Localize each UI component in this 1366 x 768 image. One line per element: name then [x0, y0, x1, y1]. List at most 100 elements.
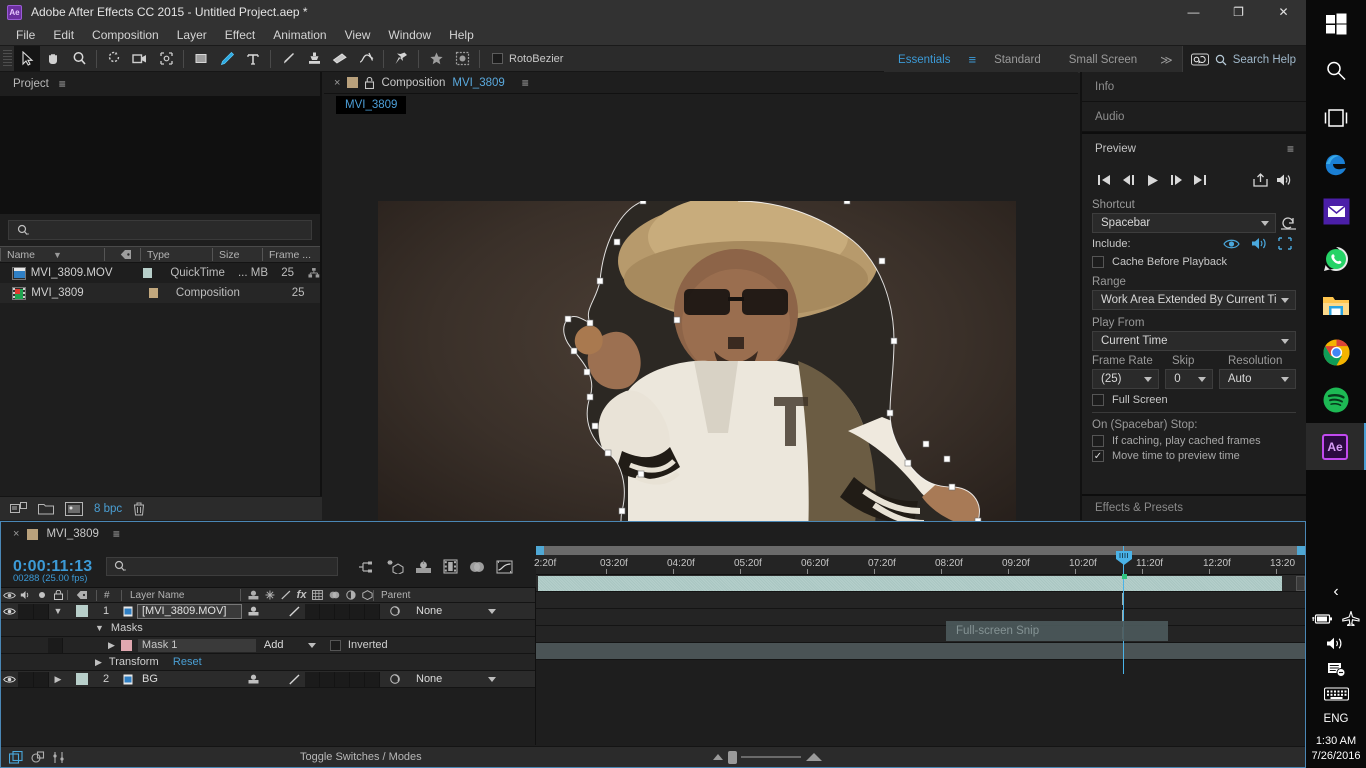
pen-tool[interactable] — [214, 46, 240, 71]
comp-button-icon[interactable] — [31, 751, 45, 764]
menu-animation[interactable]: Animation — [264, 26, 335, 44]
zoom-tool[interactable] — [66, 46, 92, 71]
mask-visibility-toggle[interactable] — [48, 638, 63, 653]
composition-canvas[interactable] — [378, 201, 1016, 563]
shortcut-select[interactable]: Spacebar — [1092, 213, 1276, 233]
menu-layer[interactable]: Layer — [168, 26, 216, 44]
toggle-switches-modes-label[interactable]: Toggle Switches / Modes — [300, 751, 422, 763]
item-label-color[interactable] — [149, 288, 158, 298]
zoom-in-icon[interactable] — [805, 752, 823, 762]
table-row[interactable]: MVI_3809.MOV QuickTime ... MB 25 — [0, 263, 320, 283]
composition-viewer[interactable]: (49.9%) 0:00:11:13 Quarter — [324, 116, 1078, 564]
column-type[interactable]: Type — [140, 248, 212, 261]
mask-color-swatch[interactable] — [121, 640, 132, 651]
task-view-icon[interactable] — [1306, 94, 1366, 141]
menu-file[interactable]: File — [7, 26, 44, 44]
layer-name[interactable]: [MVI_3809.MOV] — [137, 604, 242, 619]
chevron-down-icon[interactable] — [488, 609, 496, 614]
layer-shy-switch[interactable] — [242, 606, 264, 616]
file-explorer-icon[interactable] — [1306, 282, 1366, 329]
table-row[interactable]: ▶ Mask 1 Add Inverted — [1, 637, 535, 654]
mail-icon[interactable] — [1306, 188, 1366, 235]
roto-brush-tool[interactable] — [353, 46, 379, 71]
if-caching-row[interactable]: If caching, play cached frames — [1082, 435, 1306, 447]
share-preview-icon[interactable] — [1248, 169, 1272, 191]
whatsapp-icon[interactable] — [1306, 235, 1366, 282]
tray-action-center-row[interactable] — [1327, 661, 1346, 677]
zoom-slider-thumb[interactable] — [728, 751, 737, 764]
star-icon[interactable] — [423, 46, 449, 71]
column-framerate[interactable]: Frame ... — [262, 248, 320, 261]
preview-panel-menu-icon[interactable]: ≡ — [1287, 142, 1294, 156]
windows-start-icon[interactable] — [1306, 0, 1366, 47]
previous-frame-button[interactable] — [1116, 169, 1140, 191]
column-name[interactable]: Name ▼ — [0, 248, 104, 261]
timeline-search-input[interactable] — [106, 557, 338, 576]
puppet-pin-tool[interactable] — [388, 46, 414, 71]
layer-solo-toggle[interactable] — [34, 672, 49, 687]
timeline-tab[interactable]: × MVI_3809 ≡ — [1, 522, 1305, 546]
layer-name[interactable]: BG — [137, 673, 242, 685]
next-frame-button[interactable] — [1164, 169, 1188, 191]
track-scrollbar-thumb[interactable] — [1296, 576, 1305, 591]
parent-pickwhip-icon[interactable] — [380, 673, 410, 685]
cache-before-playback-checkbox[interactable] — [1092, 256, 1104, 268]
workspace-essentials[interactable]: Essentials — [884, 46, 964, 73]
maximize-button[interactable]: ❐ — [1216, 0, 1261, 24]
effects-presets-tab[interactable]: Effects & Presets — [1082, 494, 1308, 520]
selection-tool[interactable] — [14, 46, 40, 71]
chevron-down-icon[interactable] — [1144, 377, 1152, 382]
hand-tool[interactable] — [40, 46, 66, 71]
track-row-transform[interactable] — [536, 626, 1305, 643]
workspace-menu-icon[interactable]: ≡ — [964, 52, 980, 67]
brush-tool[interactable] — [275, 46, 301, 71]
eraser-tool[interactable] — [327, 46, 353, 71]
layer-motion-blur-switch[interactable] — [335, 672, 350, 687]
tray-chevron-row[interactable]: ‹ — [1333, 583, 1338, 601]
work-area-bar[interactable] — [536, 546, 1305, 555]
chevron-down-icon[interactable] — [1198, 377, 1206, 382]
table-row[interactable]: ▼ Masks — [1, 620, 535, 637]
chevron-down-icon[interactable] — [1281, 339, 1289, 344]
search-help-label[interactable]: Search Help — [1233, 54, 1296, 66]
work-area-end-handle[interactable] — [1297, 546, 1305, 555]
audio-tab[interactable]: Audio — [1082, 102, 1306, 132]
table-row[interactable]: ▼ 1 [MVI_3809.MOV] — [1, 603, 535, 620]
chevron-down-icon[interactable] — [1261, 221, 1269, 226]
layer-video-toggle[interactable] — [1, 607, 18, 616]
composition-tab[interactable]: × Composition MVI_3809 ≡ — [324, 72, 1078, 94]
mask-name[interactable]: Mask 1 — [138, 639, 256, 652]
cache-before-playback-row[interactable]: Cache Before Playback — [1082, 256, 1306, 268]
column-label[interactable] — [104, 248, 140, 261]
item-label-color[interactable] — [143, 268, 152, 278]
mask-mode-value[interactable]: Add — [256, 639, 298, 651]
layer-fx-switch[interactable] — [305, 672, 320, 687]
layer-3d-switch[interactable] — [365, 604, 380, 619]
volume-icon[interactable] — [1326, 636, 1346, 651]
chevron-down-icon[interactable] — [308, 643, 316, 648]
include-overlays-icon[interactable] — [1278, 237, 1292, 250]
layer-quality-switch[interactable] — [285, 606, 303, 617]
last-frame-button[interactable] — [1188, 169, 1212, 191]
move-time-row[interactable]: ✓ Move time to preview time — [1082, 450, 1306, 462]
draft-3d-icon[interactable] — [386, 559, 404, 574]
layer-clip-bar[interactable] — [538, 576, 1282, 591]
full-screen-row[interactable]: Full Screen — [1082, 394, 1306, 406]
timeline-panel-menu-icon[interactable]: ≡ — [113, 527, 120, 541]
frame-rate-select[interactable]: (25) — [1092, 369, 1159, 389]
menu-composition[interactable]: Composition — [83, 26, 168, 44]
chevron-down-icon[interactable] — [488, 677, 496, 682]
menu-window[interactable]: Window — [379, 26, 440, 44]
layer-solo-toggle[interactable] — [34, 604, 49, 619]
bit-depth-label[interactable]: 8 bpc — [94, 503, 122, 515]
layer-audio-toggle[interactable] — [18, 672, 34, 687]
preview-tab-title[interactable]: Preview — [1095, 143, 1136, 155]
track-row-layer1[interactable] — [536, 575, 1305, 592]
battery-icon[interactable] — [1312, 613, 1333, 625]
timeline-ruler[interactable]: 2:20f 03:20f 04:20f 05:20f 06:20f 07:20f… — [536, 555, 1305, 575]
table-row[interactable]: MVI_3809 Composition 25 — [0, 283, 320, 303]
timeline-zoom-slider[interactable] — [712, 751, 823, 764]
layer-3d-switch[interactable] — [365, 672, 380, 687]
composition-mini-flowchart-icon[interactable] — [358, 560, 375, 574]
layer-motion-blur-switch[interactable] — [335, 604, 350, 619]
